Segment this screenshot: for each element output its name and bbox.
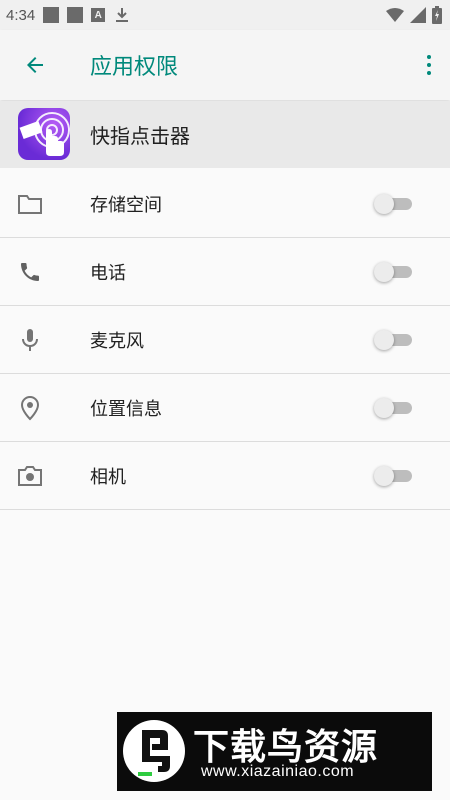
more-dot: [427, 71, 431, 75]
permission-row-microphone[interactable]: 麦克风: [0, 306, 450, 374]
a-icon: A: [91, 8, 106, 22]
page-title: 应用权限: [90, 55, 179, 80]
permission-label: 位置信息: [90, 398, 162, 420]
phone-icon: [17, 259, 43, 285]
wifi-icon: [386, 8, 404, 22]
permission-label: 麦克风: [90, 330, 144, 352]
permission-toggle[interactable]: [374, 262, 416, 282]
notification-square-icon: [43, 7, 60, 23]
more-options-button[interactable]: [420, 52, 438, 78]
permission-row-storage[interactable]: 存储空间: [0, 170, 450, 238]
permission-toggle[interactable]: [374, 466, 416, 486]
signal-icon: [410, 7, 426, 23]
permission-label: 存储空间: [90, 194, 162, 216]
bird-logo-icon: [123, 720, 185, 782]
permission-label: 电话: [90, 262, 126, 284]
permission-row-camera[interactable]: 相机: [0, 442, 450, 510]
more-dot: [427, 63, 431, 67]
app-name: 快指点击器: [90, 124, 190, 148]
watermark-url: www.xiazainiao.com: [201, 763, 355, 780]
camera-icon: [17, 463, 43, 489]
permission-toggle[interactable]: [374, 330, 416, 350]
status-bar: 4:34 A: [0, 0, 450, 30]
notification-square-icon: [67, 7, 84, 23]
permission-list: 存储空间 电话 麦克风 位置信息 相机: [0, 170, 450, 510]
download-icon: [115, 7, 129, 23]
permission-label: 相机: [90, 466, 126, 488]
app-icon: [18, 108, 70, 160]
battery-icon: [432, 6, 442, 24]
permission-row-phone[interactable]: 电话: [0, 238, 450, 306]
permission-toggle[interactable]: [374, 194, 416, 214]
arrow-left-icon: [27, 57, 43, 73]
folder-icon: [17, 191, 43, 217]
permission-row-location[interactable]: 位置信息: [0, 374, 450, 442]
status-time: 4:34: [6, 6, 36, 24]
location-icon: [17, 395, 43, 421]
permission-toggle[interactable]: [374, 398, 416, 418]
app-bar: 应用权限: [0, 30, 450, 100]
app-header: 快指点击器: [0, 101, 450, 168]
watermark-banner: 下载鸟资源 www.xiazainiao.com: [117, 712, 432, 791]
back-button[interactable]: [0, 30, 70, 100]
microphone-icon: [17, 327, 43, 353]
more-dot: [427, 55, 431, 59]
